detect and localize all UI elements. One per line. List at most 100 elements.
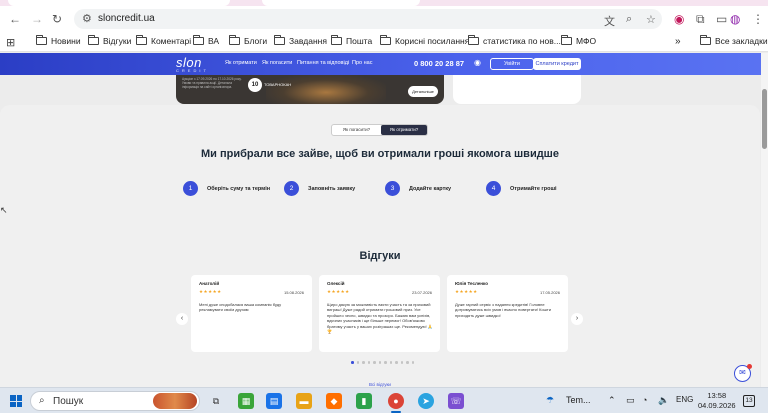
- page-scrollbar[interactable]: [761, 53, 768, 387]
- step-label: Заповніть заявку: [308, 185, 356, 192]
- bookmark-folder[interactable]: статистика по нов...: [468, 35, 561, 46]
- bookmark-folder[interactable]: Новини: [36, 35, 81, 46]
- chrome-icon[interactable]: ●: [388, 393, 404, 409]
- review-stars: ★★★★★: [455, 289, 478, 294]
- pay-credit-button[interactable]: Сплатити кредит: [533, 58, 581, 70]
- calculator-icon[interactable]: ▤: [266, 393, 282, 409]
- reviews-next-arrow-icon[interactable]: ›: [571, 313, 583, 325]
- step-label: Отримайте гроші: [510, 185, 557, 192]
- nav-faq[interactable]: Питання та відповіді: [297, 60, 349, 66]
- apps-grid-icon[interactable]: ⊞: [6, 36, 15, 49]
- volume-icon[interactable]: 🔈: [658, 395, 669, 406]
- store-icon[interactable]: ▦: [238, 393, 254, 409]
- extension-icon[interactable]: ◉: [674, 12, 684, 26]
- notepad-icon[interactable]: ▮: [356, 393, 372, 409]
- nav-about[interactable]: Про нас: [352, 60, 372, 66]
- carousel-dot[interactable]: [356, 361, 359, 364]
- bookmark-folder[interactable]: Корисні посилання: [380, 35, 469, 46]
- carousel-dot[interactable]: [351, 361, 354, 364]
- all-bookmarks[interactable]: Все закладки: [700, 35, 768, 46]
- review-card: Олексій ★★★★★ 23.07.2026 Щиро дякую за м…: [319, 275, 440, 352]
- search-highlight-image: [153, 393, 197, 409]
- menu-icon[interactable]: ⋮: [752, 12, 764, 26]
- carousel-dot[interactable]: [362, 361, 365, 364]
- downloads-icon[interactable]: ▭: [716, 12, 727, 26]
- bookmark-folder[interactable]: Пошта: [331, 35, 372, 46]
- carousel-dot[interactable]: [378, 361, 381, 364]
- accessibility-eye-icon[interactable]: ◉: [474, 58, 481, 67]
- nav-how-to-get[interactable]: Як отримати: [225, 60, 257, 66]
- address-bar-row: ← → ↻ ⚙ sloncredit.ua 文 ⌕ ☆ ◉ ⧉ ▭ ◍ ⋮: [0, 6, 768, 32]
- carousel-dot[interactable]: [406, 361, 409, 364]
- bookmark-folder[interactable]: Відгуки: [88, 35, 131, 46]
- tray-overflow-icon[interactable]: ⌃: [608, 395, 616, 406]
- toggle-how-to-repay[interactable]: Як погасити?: [332, 125, 381, 135]
- telegram-icon[interactable]: ➤: [418, 393, 434, 409]
- step-label: Додайте картку: [409, 185, 452, 192]
- step-number: 2: [284, 181, 299, 196]
- carousel-dot[interactable]: [395, 361, 398, 364]
- scrollbar-thumb[interactable]: [762, 89, 767, 149]
- folder-icon: [88, 35, 99, 45]
- chat-widget-icon[interactable]: ✉: [734, 364, 752, 382]
- task-view-icon[interactable]: ⧉: [208, 393, 224, 409]
- back-icon[interactable]: ←: [9, 12, 21, 26]
- promo-details-button[interactable]: Детальніше: [408, 86, 438, 97]
- viber-icon[interactable]: ☏: [448, 393, 464, 409]
- forward-icon[interactable]: →: [31, 12, 43, 26]
- omnibox[interactable]: ⚙ sloncredit.ua 文 ⌕ ☆: [74, 9, 662, 29]
- more-bookmarks-icon[interactable]: »: [675, 36, 681, 47]
- taskbar-search-label: Пошук: [53, 396, 84, 407]
- bookmarks-bar: ⊞ Новини Відгуки Коментарі ВА Блоги Завд…: [0, 32, 768, 52]
- bookmark-folder[interactable]: МФО: [561, 35, 596, 46]
- reload-icon[interactable]: ↻: [52, 12, 62, 26]
- network-icon[interactable]: ▭: [626, 395, 635, 406]
- promo-image: [266, 75, 386, 104]
- review-author: Анатолій: [199, 281, 220, 286]
- search-icon: ⌕: [39, 395, 45, 406]
- review-date: 15.08.2026: [283, 290, 304, 295]
- carousel-dot[interactable]: [389, 361, 392, 364]
- section-heading: Ми прибрали все зайве, щоб ви отримали г…: [201, 148, 559, 160]
- wifi-icon[interactable]: ◔: [642, 395, 647, 405]
- taskbar-search[interactable]: ⌕ Пошук: [30, 391, 200, 411]
- login-button[interactable]: Увійти: [490, 58, 534, 70]
- reviews-prev-arrow-icon[interactable]: ‹: [176, 313, 188, 325]
- notification-center-icon[interactable]: 13: [743, 395, 755, 407]
- copilot-icon[interactable]: ◆: [326, 393, 342, 409]
- review-author: Юлія Тесленко: [455, 281, 488, 286]
- folder-icon: [561, 35, 572, 45]
- star-icon[interactable]: ☆: [646, 13, 656, 26]
- weather-icon[interactable]: ☂: [546, 395, 554, 406]
- extensions-puzzle-icon[interactable]: ⧉: [696, 12, 705, 27]
- clock[interactable]: 13:58 04.09.2026: [698, 391, 736, 411]
- nav-how-to-repay[interactable]: Як погасити: [262, 60, 292, 66]
- carousel-dot[interactable]: [411, 361, 414, 364]
- toggle-how-to-get[interactable]: Як отримати?: [381, 125, 427, 135]
- site-info-icon[interactable]: ⚙: [82, 12, 92, 25]
- carousel-dot[interactable]: [373, 361, 376, 364]
- file-explorer-icon[interactable]: ▬: [296, 393, 312, 409]
- weather-text[interactable]: Tem...: [566, 395, 591, 405]
- translate-icon[interactable]: 文: [604, 13, 615, 29]
- folder-icon: [331, 35, 342, 45]
- promo-badge-text: ТОВАРНОКАН: [264, 82, 292, 87]
- clock-time: 13:58: [707, 391, 727, 400]
- bookmark-folder[interactable]: Коментарі: [136, 35, 191, 46]
- review-card: Юлія Тесленко ★★★★★ 17.05.2026 Дуже гарн…: [447, 275, 568, 352]
- bookmark-folder[interactable]: ВА: [193, 35, 219, 46]
- zoom-icon[interactable]: ⌕: [626, 13, 632, 26]
- review-author: Олексій: [327, 281, 345, 286]
- bookmark-folder[interactable]: Завдання: [274, 35, 327, 46]
- phone-number[interactable]: 0 800 20 28 87: [414, 59, 464, 68]
- windows-start-icon[interactable]: [10, 395, 22, 407]
- bookmark-folder[interactable]: Блоги: [229, 35, 267, 46]
- profile-icon[interactable]: ◍: [730, 12, 740, 26]
- carousel-dot[interactable]: [367, 361, 370, 364]
- folder-icon: [274, 35, 285, 45]
- language-indicator[interactable]: ENG: [676, 395, 693, 404]
- step-label: Оберіть суму та термін: [207, 185, 271, 192]
- carousel-dot[interactable]: [400, 361, 403, 364]
- site-logo[interactable]: slon CREDIT: [176, 55, 209, 73]
- carousel-dot[interactable]: [384, 361, 387, 364]
